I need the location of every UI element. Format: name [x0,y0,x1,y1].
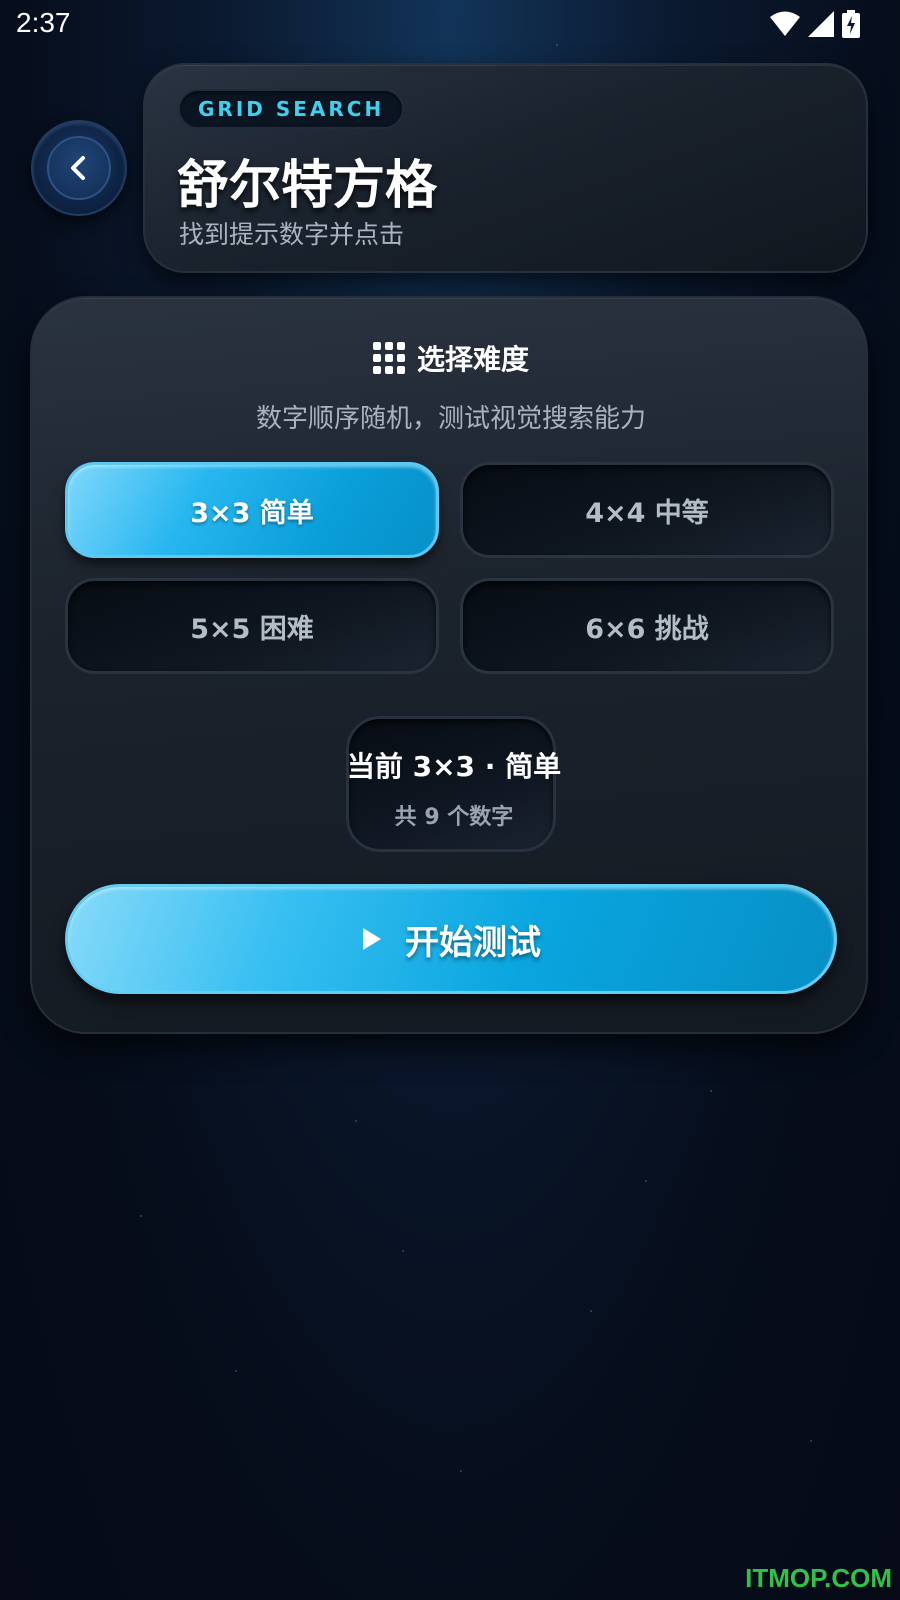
category-tag: GRID SEARCH [178,89,405,129]
header-card: GRID SEARCH 舒尔特方格 找到提示数字并点击 [143,63,868,273]
page-title: 舒尔特方格 [177,156,438,216]
page-subtitle: 找到提示数字并点击 [179,220,405,249]
watermark: ITMOP.COM [745,1563,892,1593]
status-icons [770,10,860,38]
chevron-left-icon [71,156,85,180]
difficulty-header: 选择难度 [32,338,870,378]
difficulty-description: 数字顺序随机，测试视觉搜索能力 [255,404,646,434]
wifi-icon [770,11,800,36]
start-test-button[interactable]: 开始测试 [65,884,837,994]
status-time: 2:37 [16,7,71,38]
start-test-label: 开始测试 [405,922,541,963]
current-selection-box: 当前 3×3 · 简单 共 9 个数字 [346,716,561,852]
difficulty-heading: 选择难度 [416,343,529,376]
difficulty-option-4x4[interactable]: 4×4 中等 [460,462,834,558]
current-number-count: 共 9 个数字 [394,805,514,830]
back-button[interactable] [31,120,127,216]
play-icon [363,928,381,950]
back-button-inner [47,136,111,200]
battery-charging-icon [842,10,860,38]
difficulty-option-5x5[interactable]: 5×5 困难 [65,578,439,674]
current-selection-label: 当前 3×3 · 简单 [346,750,562,783]
difficulty-option-3x3[interactable]: 3×3 简单 [65,462,439,558]
status-bar: 2:37 [0,0,900,48]
grid-icon [372,342,405,374]
signal-icon [808,11,834,37]
difficulty-card: 选择难度 数字顺序随机，测试视觉搜索能力 3×3 简单 4×4 中等 5×5 困… [30,296,868,1034]
difficulty-option-6x6[interactable]: 6×6 挑战 [460,578,834,674]
